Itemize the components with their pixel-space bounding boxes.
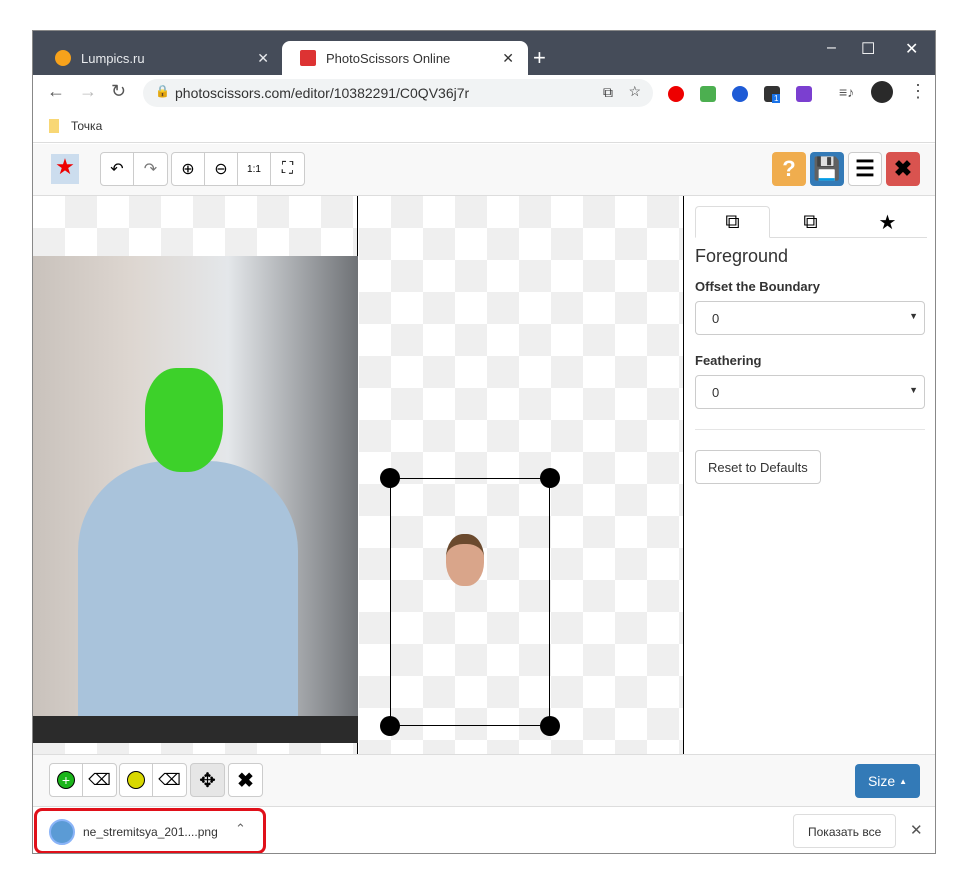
background-marker-button[interactable] <box>120 764 153 796</box>
menu-dots-icon[interactable]: ⋮ <box>909 81 927 102</box>
avatar[interactable] <box>871 81 893 103</box>
tab-effects[interactable]: ★ <box>850 206 925 238</box>
minimize-button[interactable]: – <box>827 39 836 57</box>
image-file-icon <box>49 819 75 845</box>
tab-label: Lumpics.ru <box>81 50 145 66</box>
new-tab-button[interactable]: + <box>533 45 546 71</box>
tab-foreground[interactable]: ⧉ <box>695 206 770 238</box>
clear-button[interactable]: ✖ <box>229 764 262 796</box>
check-extension-icon[interactable] <box>700 86 716 102</box>
zoom-actual-button[interactable]: 1:1 <box>238 153 271 185</box>
tab-photoscissors[interactable]: PhotoScissors Online ✕ <box>282 41 528 75</box>
back-icon[interactable]: ← <box>47 81 65 102</box>
zoom-in-button[interactable]: ⊕ <box>172 153 205 185</box>
chevron-up-icon[interactable]: ⌃ <box>235 821 246 837</box>
clear-tool: ✖ <box>228 763 263 797</box>
scissors-icon <box>300 50 316 66</box>
feathering-select[interactable]: 0 ▼ <box>695 375 925 409</box>
foreground-tools: + ⌫ <box>49 763 117 797</box>
foreground-mark <box>145 368 223 472</box>
box-extension-icon[interactable]: 1 <box>764 86 781 103</box>
settings-panel: ⧉ ⧉ ★ Foreground Offset the Boundary 0 ▼ … <box>685 196 935 754</box>
move-tool: ✥ <box>190 763 225 797</box>
save-button[interactable]: 💾 <box>810 152 844 186</box>
bookmark-label: Точка <box>71 119 103 133</box>
menu-button[interactable]: ☰ <box>848 152 882 186</box>
tab-background[interactable]: ⧉ <box>773 206 848 238</box>
star-icon[interactable]: ☆ <box>628 83 641 100</box>
undo-button[interactable]: ↶ <box>101 153 134 185</box>
tab-label: PhotoScissors Online <box>326 50 451 66</box>
translate-icon[interactable]: ⧉ <box>603 84 613 101</box>
move-button[interactable]: ✥ <box>191 764 224 796</box>
reload-icon[interactable]: ↻ <box>111 81 126 102</box>
globe-extension-icon[interactable] <box>732 86 748 102</box>
offset-select[interactable]: 0 ▼ <box>695 301 925 335</box>
background-eraser-button[interactable]: ⌫ <box>153 764 186 796</box>
result-pane[interactable] <box>359 196 684 754</box>
url-field[interactable]: 🔒 photoscissors.com/editor/10382291/C0QV3… <box>143 79 653 107</box>
download-item[interactable]: ne_stremitsya_201....png <box>83 825 218 839</box>
tab-bar: Lumpics.ru ✕ PhotoScissors Online ✕ + – ☐ … <box>33 31 935 75</box>
orange-icon <box>55 50 71 66</box>
editor-toolbar: ★ ↶ ↷ ⊕ ⊖ 1:1 ⛶ ? 💾 ☰ ✖ <box>33 144 935 196</box>
ad-extension-icon[interactable] <box>796 86 812 102</box>
maximize-button[interactable]: ☐ <box>861 39 875 59</box>
brush-toolbar: + ⌫ ⌫ ✥ ✖ Size ▲ <box>33 754 935 806</box>
crop-handle[interactable] <box>540 468 560 488</box>
help-button[interactable]: ? <box>772 152 806 186</box>
bookmark-tochka[interactable]: Точка <box>49 119 102 133</box>
source-photo <box>33 256 358 743</box>
panel-title: Foreground <box>695 246 789 266</box>
background-tools: ⌫ <box>119 763 187 797</box>
address-bar-row: ← → ↻ 🔒 photoscissors.com/editor/10382291… <box>33 75 935 109</box>
railing <box>33 716 358 743</box>
crop-box[interactable] <box>390 478 550 726</box>
folder-icon <box>49 119 59 133</box>
url-text: photoscissors.com/editor/10382291/C0QV36… <box>175 85 470 101</box>
crop-handle[interactable] <box>540 716 560 736</box>
dropdown-caret-icon: ▼ <box>909 311 918 321</box>
media-icon[interactable]: ≡♪ <box>839 84 854 100</box>
dropdown-caret-icon: ▼ <box>909 385 918 395</box>
zoom-group: ⊕ ⊖ 1:1 ⛶ <box>171 152 305 186</box>
feathering-value: 0 <box>712 385 720 400</box>
zoom-fit-button[interactable]: ⛶ <box>271 153 304 185</box>
history-group: ↶ ↷ <box>100 152 168 186</box>
crop-handle[interactable] <box>380 468 400 488</box>
offset-value: 0 <box>712 311 720 326</box>
close-tab-icon[interactable]: ✕ <box>257 50 269 67</box>
close-tab-icon[interactable]: ✕ <box>502 50 514 67</box>
foreground-marker-button[interactable]: + <box>50 764 83 796</box>
adblock-icon[interactable] <box>668 86 684 102</box>
extension-badge: 1 <box>772 94 781 103</box>
source-image-pane[interactable] <box>33 196 358 754</box>
size-label: Size <box>867 773 896 789</box>
cutout-face <box>446 534 484 586</box>
zoom-out-button[interactable]: ⊖ <box>205 153 238 185</box>
size-button[interactable]: Size ▲ <box>855 764 920 798</box>
tab-lumpics[interactable]: Lumpics.ru ✕ <box>37 41 283 75</box>
photoscissors-logo: ★ <box>51 154 79 184</box>
show-all-button[interactable]: Показать все <box>793 814 897 848</box>
crop-handle[interactable] <box>380 716 400 736</box>
bookmarks-bar: Точка <box>33 109 935 143</box>
forward-icon[interactable]: → <box>79 81 97 102</box>
feathering-label: Feathering <box>695 353 762 368</box>
offset-label: Offset the Boundary <box>695 279 820 294</box>
download-bar: ne_stremitsya_201....png ⌃ Показать все … <box>33 806 935 853</box>
foreground-eraser-button[interactable]: ⌫ <box>83 764 116 796</box>
redo-button[interactable]: ↷ <box>134 153 167 185</box>
close-window-button[interactable]: ✕ <box>905 39 918 59</box>
close-editor-button[interactable]: ✖ <box>886 152 920 186</box>
shirt <box>78 461 298 743</box>
browser-window: Lumpics.ru ✕ PhotoScissors Online ✕ + – ☐ … <box>32 30 936 854</box>
close-download-bar-icon[interactable]: ✕ <box>910 821 923 839</box>
reset-defaults-button[interactable]: Reset to Defaults <box>695 450 821 484</box>
caret-up-icon: ▲ <box>899 776 908 786</box>
lock-icon: 🔒 <box>155 84 170 98</box>
